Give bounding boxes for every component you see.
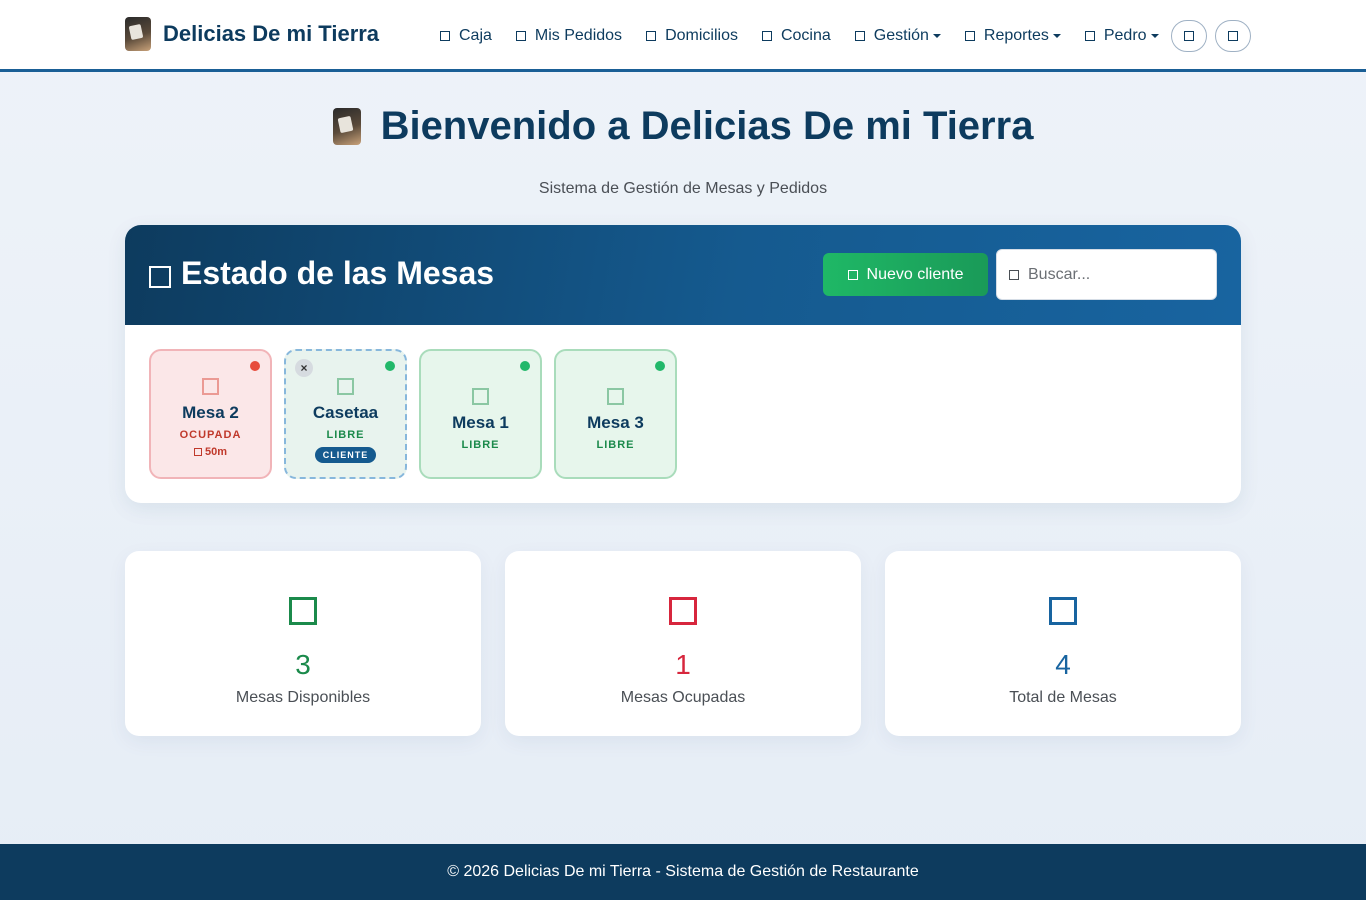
nav-item-label: Cocina <box>780 27 831 44</box>
client-badge: CLIENTE <box>314 447 377 463</box>
table-occupied-time: 50m <box>193 446 228 458</box>
stat-card-occupied: 1 Mesas Ocupadas <box>505 551 861 736</box>
table-name: Mesa 3 <box>587 413 644 432</box>
table-status: LIBRE <box>596 439 635 451</box>
page-title: Bienvenido a Delicias De mi Tierra <box>380 104 1034 148</box>
stat-value: 1 <box>675 649 691 680</box>
tables-panel: Estado de las Mesas Nuevo cliente Mesa 2… <box>125 225 1241 503</box>
nav-item-user[interactable]: Pedro <box>1084 21 1159 51</box>
caret-down-icon <box>932 34 941 38</box>
new-client-label: Nuevo cliente <box>866 265 964 283</box>
footer-text: © 2026 Delicias De mi Tierra - Sistema d… <box>447 863 919 880</box>
nav-item-label: Pedro <box>1103 27 1147 44</box>
status-dot-free <box>520 361 530 371</box>
search-input[interactable] <box>1028 265 1198 284</box>
check-icon <box>289 597 317 625</box>
stat-value: 3 <box>295 649 311 680</box>
nav-item-domicilios[interactable]: Domicilios <box>646 21 738 51</box>
table-status: OCUPADA <box>179 429 242 441</box>
theme-toggle-button[interactable] <box>1170 20 1207 52</box>
user-icon <box>1084 31 1095 41</box>
nav-item-label: Caja <box>459 27 492 44</box>
table-card-mesa-2[interactable]: Mesa 2 OCUPADA 50m <box>149 349 272 479</box>
search-box <box>996 249 1217 300</box>
stat-label: Total de Mesas <box>1009 689 1117 706</box>
table-icon <box>149 265 171 288</box>
hero-logo <box>332 108 361 145</box>
orders-icon <box>515 31 526 41</box>
stat-value: 4 <box>1055 649 1071 680</box>
stat-label: Mesas Disponibles <box>235 689 371 706</box>
status-dot-occupied <box>250 361 260 371</box>
stat-card-total: 4 Total de Mesas <box>885 551 1241 736</box>
nav-item-label: Gestión <box>873 27 929 44</box>
search-icon <box>1009 269 1019 280</box>
nav-item-label: Mis Pedidos <box>534 27 623 44</box>
brand-name: Delicias De mi Tierra <box>163 21 380 46</box>
occupied-icon <box>669 597 697 625</box>
tables-panel-title: Estado de las Mesas <box>149 255 494 292</box>
tables-panel-title-text: Estado de las Mesas <box>181 255 495 291</box>
notification-icon <box>1227 31 1238 41</box>
nav-item-label: Domicilios <box>665 27 738 44</box>
table-time-value: 50m <box>204 446 228 458</box>
reports-icon <box>964 31 975 41</box>
brand-logo <box>125 17 151 51</box>
table-status: LIBRE <box>326 429 365 441</box>
nav-item-gestion[interactable]: Gestión <box>854 21 941 51</box>
footer: © 2026 Delicias De mi Tierra - Sistema d… <box>0 844 1366 900</box>
cash-register-icon <box>440 31 450 41</box>
navbar: Delicias De mi Tierra Caja Mis Pedidos D… <box>0 0 1366 72</box>
stat-card-available: 3 Mesas Disponibles <box>125 551 481 736</box>
table-total-icon <box>1049 597 1077 625</box>
nav-item-label: Reportes <box>983 27 1049 44</box>
table-card-casetaa[interactable]: × Casetaa LIBRE CLIENTE <box>284 349 407 479</box>
table-name: Mesa 2 <box>182 403 239 422</box>
close-icon[interactable]: × <box>295 359 313 377</box>
table-card-mesa-1[interactable]: Mesa 1 LIBRE <box>419 349 542 479</box>
theme-icon <box>1183 31 1194 41</box>
table-icon <box>202 378 219 395</box>
table-name: Mesa 1 <box>452 413 509 432</box>
status-dot-free <box>655 361 665 371</box>
clock-icon <box>193 448 202 456</box>
delivery-icon <box>646 31 657 41</box>
nav-item-mis-pedidos[interactable]: Mis Pedidos <box>515 21 623 51</box>
add-user-icon <box>847 269 858 280</box>
table-icon <box>337 378 354 395</box>
kitchen-icon <box>761 31 772 41</box>
brand[interactable]: Delicias De mi Tierra <box>125 17 379 51</box>
status-dot-free <box>385 361 395 371</box>
page-header: Bienvenido a Delicias De mi Tierra <box>0 104 1366 149</box>
notifications-button[interactable] <box>1214 20 1251 52</box>
nav-menu: Caja Mis Pedidos Domicilios Cocina Gesti… <box>440 20 1259 52</box>
table-icon <box>472 388 489 405</box>
table-name: Casetaa <box>312 403 379 422</box>
settings-icon <box>854 31 865 41</box>
new-client-button[interactable]: Nuevo cliente <box>823 253 988 296</box>
nav-item-reportes[interactable]: Reportes <box>964 21 1061 51</box>
caret-down-icon <box>1150 34 1159 38</box>
caret-down-icon <box>1052 34 1061 38</box>
table-status: LIBRE <box>461 439 500 451</box>
table-icon <box>607 388 624 405</box>
nav-item-cocina[interactable]: Cocina <box>761 21 831 51</box>
tables-panel-header: Estado de las Mesas Nuevo cliente <box>125 225 1241 325</box>
nav-item-caja[interactable]: Caja <box>440 21 492 51</box>
stat-label: Mesas Ocupadas <box>620 689 746 706</box>
page-subtitle: Sistema de Gestión de Mesas y Pedidos <box>538 180 828 197</box>
table-card-mesa-3[interactable]: Mesa 3 LIBRE <box>554 349 677 479</box>
